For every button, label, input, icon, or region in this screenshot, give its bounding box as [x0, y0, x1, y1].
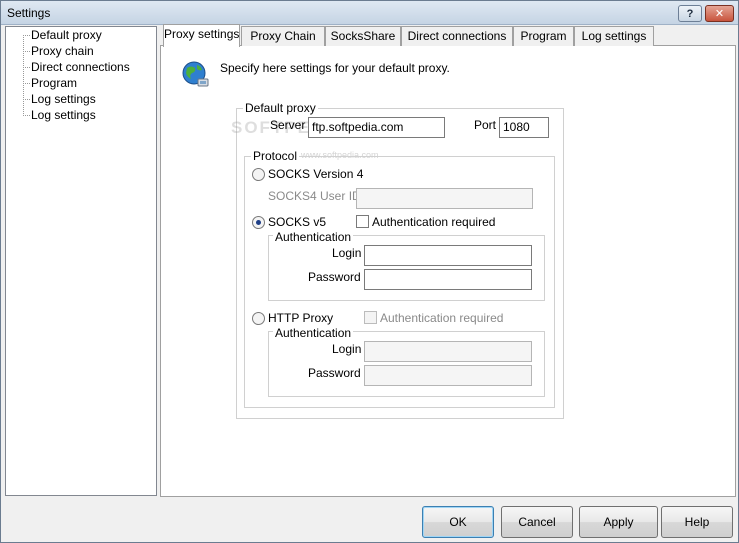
globe-network-icon: [182, 61, 209, 87]
tree-item-proxy-chain[interactable]: Proxy chain: [31, 43, 94, 59]
tree-connector: [23, 67, 30, 68]
tab-direct-connections[interactable]: Direct connections: [401, 26, 513, 46]
tree-connector: [23, 99, 30, 100]
default-proxy-group-label: Default proxy: [243, 101, 318, 115]
http-auth-checkbox[interactable]: [364, 311, 377, 324]
socks5-label[interactable]: SOCKS v5: [268, 215, 326, 229]
socks5-login-label: Login: [332, 246, 362, 260]
title-bar[interactable]: Settings ? ✕: [1, 1, 738, 25]
settings-tree[interactable]: Default proxy Proxy chain Direct connect…: [5, 26, 157, 496]
http-auth-label: Authentication required: [380, 311, 504, 325]
server-input[interactable]: ftp.softpedia.com: [308, 117, 445, 138]
http-auth-group-label: Authentication: [273, 326, 354, 340]
socks5-login-input[interactable]: [364, 245, 532, 266]
http-password-input[interactable]: [364, 365, 532, 386]
tree-connector: [23, 83, 30, 84]
socks5-auth-label[interactable]: Authentication required: [372, 215, 495, 229]
tree-connector-line: [23, 35, 24, 116]
tree-item-log-settings-2[interactable]: Log settings: [31, 107, 96, 123]
tab-program[interactable]: Program: [513, 26, 574, 46]
socks4-userid-label: SOCKS4 User ID: [268, 189, 361, 203]
socks5-auth-group-label: Authentication: [273, 230, 354, 244]
server-label: Server: [270, 118, 306, 132]
http-login-label: Login: [332, 342, 362, 356]
port-input[interactable]: 1080: [499, 117, 549, 138]
tab-log-settings[interactable]: Log settings: [574, 26, 654, 46]
help-button[interactable]: Help: [661, 506, 733, 538]
cancel-button[interactable]: Cancel: [501, 506, 573, 538]
socks5-radio[interactable]: [252, 216, 265, 229]
question-mark-icon: ?: [686, 7, 694, 20]
tree-connector: [23, 51, 30, 52]
tab-proxy-chain[interactable]: Proxy Chain: [241, 26, 325, 46]
http-proxy-radio[interactable]: [252, 312, 265, 325]
tab-socksshare[interactable]: SocksShare: [325, 26, 401, 46]
socks4-userid-input[interactable]: [356, 188, 533, 209]
http-password-label: Password: [308, 366, 361, 380]
ok-button[interactable]: OK: [422, 506, 494, 538]
tree-item-log-settings[interactable]: Log settings: [31, 91, 96, 107]
http-proxy-label[interactable]: HTTP Proxy: [268, 311, 333, 325]
close-icon: ✕: [714, 8, 725, 20]
close-button[interactable]: ✕: [705, 5, 734, 22]
settings-window: Settings ? ✕ Default proxy Proxy chain D…: [0, 0, 739, 543]
tree-item-direct-connections[interactable]: Direct connections: [31, 59, 130, 75]
socks5-auth-checkbox[interactable]: [356, 215, 369, 228]
socks5-password-input[interactable]: [364, 269, 532, 290]
port-label: Port: [474, 118, 497, 132]
tree-connector: [23, 115, 30, 116]
socks4-label[interactable]: SOCKS Version 4: [268, 167, 363, 181]
http-login-input[interactable]: [364, 341, 532, 362]
tree-item-program[interactable]: Program: [31, 75, 77, 91]
panel-description: Specify here settings for your default p…: [220, 61, 450, 75]
window-title: Settings: [7, 6, 51, 20]
tab-proxy-settings[interactable]: Proxy settings: [163, 24, 240, 47]
help-title-button[interactable]: ?: [678, 5, 702, 22]
apply-button[interactable]: Apply: [579, 506, 658, 538]
tree-item-default-proxy[interactable]: Default proxy: [31, 27, 102, 43]
tree-connector: [23, 35, 30, 36]
socks5-password-label: Password: [308, 270, 361, 284]
protocol-group-label: Protocol: [251, 149, 300, 163]
socks4-radio[interactable]: [252, 168, 265, 181]
